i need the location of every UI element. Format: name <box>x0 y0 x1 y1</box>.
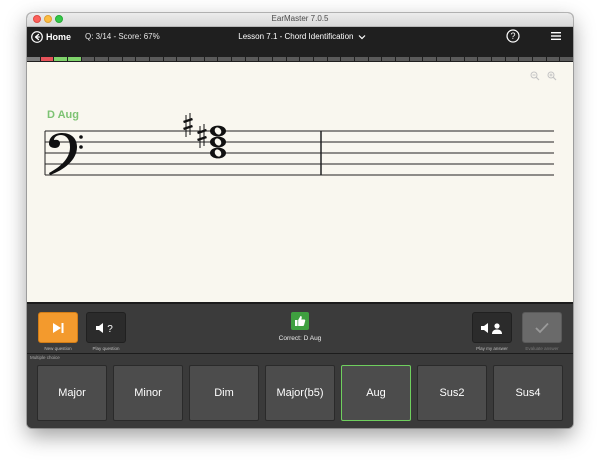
answer-sus4[interactable]: Sus4 <box>493 365 563 421</box>
home-button[interactable]: Home <box>31 30 71 44</box>
staff-lines <box>45 130 554 176</box>
bass-clef-icon <box>49 133 83 175</box>
answer-panel-label: Multiple choice <box>30 355 60 360</box>
new-question-button[interactable] <box>38 312 78 343</box>
progress-segment <box>232 57 245 61</box>
progress-segment <box>300 57 314 61</box>
progress-segment <box>396 57 409 61</box>
correct-feedback-icon <box>291 312 309 330</box>
answer-major[interactable]: Major <box>37 365 107 421</box>
music-staff <box>44 113 554 176</box>
play-question-caption: Play question <box>92 346 120 351</box>
progress-segment <box>355 57 368 61</box>
whole-note <box>210 136 226 148</box>
progress-segment <box>81 57 95 61</box>
chord-notes <box>183 113 226 159</box>
progress-segment <box>259 57 273 61</box>
feedback-message: Correct: D Aug <box>278 335 322 342</box>
svg-text:?: ? <box>107 324 113 334</box>
sharp-icon <box>197 124 207 148</box>
progress-segment <box>122 57 136 61</box>
progress-segment <box>177 57 191 61</box>
progress-segment <box>204 57 218 61</box>
answer-major-b5[interactable]: Major(b5) <box>265 365 335 421</box>
play-my-answer-caption: Play my answer <box>476 346 508 351</box>
progress-segment <box>437 57 450 61</box>
skip-forward-icon <box>53 322 64 333</box>
sharp-icon <box>183 113 193 137</box>
notation-area: D Aug <box>27 62 573 302</box>
whole-note <box>210 147 226 159</box>
progress-segment <box>368 57 382 61</box>
whole-note <box>210 125 226 137</box>
progress-segment <box>464 57 478 61</box>
answer-sus2[interactable]: Sus2 <box>417 365 487 421</box>
progress-segment <box>505 57 519 61</box>
new-question-caption: New question <box>44 346 72 351</box>
answer-minor[interactable]: Minor <box>113 365 183 421</box>
svg-text:?: ? <box>510 31 515 41</box>
progress-segment <box>341 57 355 61</box>
window-title: EarMaster 7.0.5 <box>271 14 329 23</box>
answer-dim[interactable]: Dim <box>189 365 259 421</box>
progress-segment <box>478 57 491 61</box>
answer-panel: Multiple choice Major Minor Dim Major(b5… <box>27 353 573 428</box>
thumbs-up-icon <box>295 316 306 326</box>
progress-segment <box>245 57 259 61</box>
progress-segment <box>191 57 204 61</box>
lesson-selector[interactable]: Lesson 7.1 - Chord Identification <box>217 32 387 41</box>
progress-segment <box>450 57 464 61</box>
play-my-answer-button[interactable] <box>472 312 512 343</box>
evaluate-answer-caption: Evaluate answer <box>525 346 559 351</box>
progress-segment <box>519 57 532 61</box>
progress-segment <box>150 57 163 61</box>
progress-segment <box>163 57 177 61</box>
progress-segment <box>27 57 40 61</box>
progress-segment <box>327 57 341 61</box>
progress-segment <box>286 57 300 61</box>
progress-segment <box>68 57 81 61</box>
progress-segment <box>54 57 68 61</box>
control-bar: New question ? Play question Correct: D … <box>27 302 573 355</box>
hamburger-menu-icon[interactable] <box>550 31 562 41</box>
title-bar: EarMaster 7.0.5 <box>27 13 573 27</box>
app-header: Home Q: 3/14 - Score: 67% Lesson 7.1 - C… <box>27 27 573 62</box>
speaker-question-icon: ? <box>96 322 113 334</box>
home-label: Home <box>46 32 72 42</box>
speaker-person-icon <box>481 322 502 334</box>
lesson-title: Lesson 7.1 - Chord Identification <box>238 32 354 41</box>
progress-segment <box>273 57 286 61</box>
evaluate-answer-button[interactable] <box>522 312 562 343</box>
progress-segment <box>546 57 560 61</box>
progress-segment <box>491 57 505 61</box>
back-arrow-icon <box>31 31 43 43</box>
progress-segment <box>95 57 109 61</box>
progress-segment <box>382 57 396 61</box>
help-icon[interactable]: ? <box>506 29 520 43</box>
progress-segment <box>109 57 122 61</box>
score-readout: Q: 3/14 - Score: 67% <box>85 32 160 41</box>
play-question-button[interactable]: ? <box>86 312 126 343</box>
progress-segment <box>423 57 437 61</box>
progress-segment <box>532 57 546 61</box>
app-window: EarMaster 7.0.5 Home Q: 3/14 - Score: 67… <box>27 13 573 428</box>
progress-segment <box>314 57 327 61</box>
chevron-down-icon <box>358 34 366 40</box>
answer-aug[interactable]: Aug <box>341 365 411 421</box>
progress-segment <box>560 57 573 61</box>
progress-segment <box>40 57 54 61</box>
progress-segment <box>409 57 423 61</box>
progress-segment <box>218 57 232 61</box>
progress-segment <box>136 57 150 61</box>
checkmark-icon <box>535 322 549 333</box>
